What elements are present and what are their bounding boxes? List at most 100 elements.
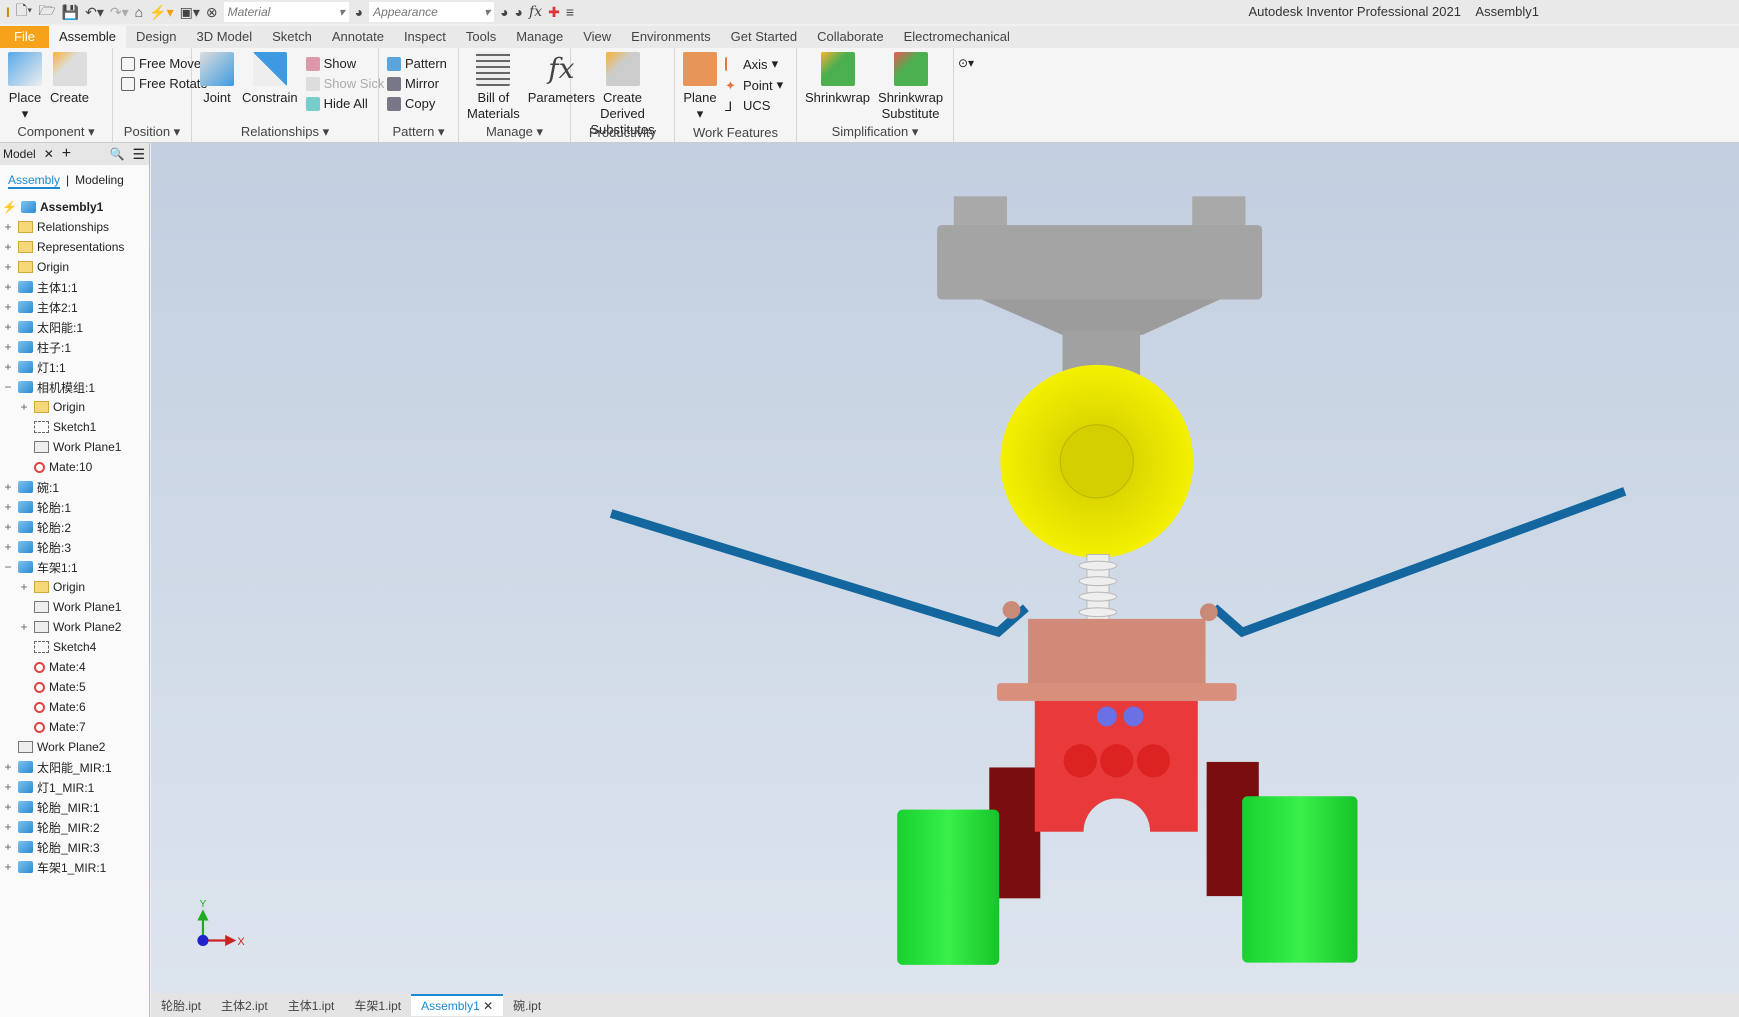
menu-icon[interactable]: ☰ bbox=[132, 146, 145, 163]
hide-all-button[interactable]: Hide All bbox=[305, 96, 385, 111]
tab-assemble[interactable]: Assemble bbox=[48, 26, 127, 48]
plus-icon[interactable]: ✚ bbox=[548, 4, 560, 21]
tree-item[interactable]: + 太阳能:1 bbox=[0, 317, 149, 337]
tree-item[interactable]: Mate:7 bbox=[0, 717, 149, 737]
expand-toggle-icon[interactable]: + bbox=[18, 400, 30, 414]
tab-3d-model[interactable]: 3D Model bbox=[187, 26, 263, 48]
expand-toggle-icon[interactable]: + bbox=[2, 500, 14, 514]
expand-toggle-icon[interactable]: + bbox=[2, 260, 14, 274]
tree-item[interactable]: + Origin bbox=[0, 397, 149, 417]
doc-tab[interactable]: 碗.ipt bbox=[503, 994, 551, 1017]
pattern-button[interactable]: Pattern bbox=[387, 56, 447, 71]
select-icon[interactable]: ▣▾ bbox=[180, 4, 200, 21]
inventor-logo-icon[interactable]: I bbox=[6, 4, 10, 20]
tab-view[interactable]: View bbox=[573, 26, 621, 48]
relationships-group-label[interactable]: Relationships ▾ bbox=[192, 124, 378, 140]
tree-item[interactable]: Mate:4 bbox=[0, 657, 149, 677]
undo-icon[interactable]: ↶▾ bbox=[85, 4, 104, 21]
tree-item[interactable]: − 相机模组:1 bbox=[0, 377, 149, 397]
tree-item[interactable]: + 柱子:1 bbox=[0, 337, 149, 357]
material-icon[interactable]: ⊗ bbox=[206, 4, 218, 21]
redo-icon[interactable]: ↷▾ bbox=[110, 4, 129, 21]
save-icon[interactable]: 💾 bbox=[62, 4, 79, 21]
point-button[interactable]: ✦ Point ▾ bbox=[725, 77, 783, 93]
close-tab-icon[interactable]: ✕ bbox=[480, 999, 493, 1013]
open-icon[interactable]: 🗁 bbox=[38, 0, 55, 24]
tree-item[interactable]: Mate:5 bbox=[0, 677, 149, 697]
expand-toggle-icon[interactable]: + bbox=[2, 800, 14, 814]
tab-assembly[interactable]: Assembly bbox=[8, 173, 61, 189]
customize-icon[interactable]: ≡ bbox=[566, 4, 574, 20]
doc-tab[interactable]: 主体2.ipt bbox=[211, 994, 278, 1017]
tab-inspect[interactable]: Inspect bbox=[394, 26, 456, 48]
tree-item[interactable]: + 碗:1 bbox=[0, 477, 149, 497]
tab-sketch[interactable]: Sketch bbox=[262, 26, 322, 48]
doc-tab[interactable]: 车架1.ipt bbox=[344, 994, 411, 1017]
tree-item[interactable]: + 轮胎_MIR:3 bbox=[0, 837, 149, 857]
pattern-group-label[interactable]: Pattern ▾ bbox=[379, 124, 458, 140]
expand-toggle-icon[interactable]: + bbox=[18, 620, 30, 634]
tree-item[interactable]: Mate:10 bbox=[0, 457, 149, 477]
tree-item[interactable]: Work Plane1 bbox=[0, 597, 149, 617]
search-icon[interactable]: 🔍 bbox=[109, 147, 124, 161]
component-group-label[interactable]: Component ▾ bbox=[0, 124, 112, 140]
expand-toggle-icon[interactable]: − bbox=[2, 560, 14, 574]
tree-item[interactable]: Sketch4 bbox=[0, 637, 149, 657]
tree-item[interactable]: + 灯1_MIR:1 bbox=[0, 777, 149, 797]
expand-toggle-icon[interactable]: + bbox=[2, 760, 14, 774]
close-browser-icon[interactable]: ✕ bbox=[44, 147, 54, 161]
expand-toggle-icon[interactable]: + bbox=[2, 840, 14, 854]
tab-manage[interactable]: Manage bbox=[506, 26, 573, 48]
adjust-appearance-icon[interactable]: ◕ bbox=[500, 4, 508, 20]
tab-annotate[interactable]: Annotate bbox=[322, 26, 394, 48]
3d-viewport[interactable] bbox=[151, 143, 1739, 993]
tree-item[interactable]: + 轮胎:1 bbox=[0, 497, 149, 517]
material-dropdown[interactable]: Material ▾ bbox=[223, 2, 349, 22]
expand-toggle-icon[interactable]: + bbox=[18, 580, 30, 594]
tree-item[interactable]: Mate:6 bbox=[0, 697, 149, 717]
appearance-dropdown[interactable]: Appearance ▾ bbox=[369, 2, 495, 22]
ucs-button[interactable]: ⅃ UCS bbox=[725, 98, 783, 114]
tree-item[interactable]: Sketch1 bbox=[0, 417, 149, 437]
tab-design[interactable]: Design bbox=[126, 26, 186, 48]
copy-button[interactable]: Copy bbox=[387, 96, 447, 111]
doc-tab[interactable]: 主体1.ipt bbox=[278, 994, 345, 1017]
add-browser-icon[interactable]: + bbox=[62, 145, 71, 163]
tab-collaborate[interactable]: Collaborate bbox=[807, 26, 894, 48]
expand-toggle-icon[interactable]: + bbox=[2, 300, 14, 314]
position-group-label[interactable]: Position ▾ bbox=[113, 124, 191, 140]
tab-tools[interactable]: Tools bbox=[456, 26, 506, 48]
update-icon[interactable]: ⚡▾ bbox=[149, 4, 173, 21]
more-options[interactable]: ⊙▾ bbox=[954, 48, 978, 142]
axis-button[interactable]: Axis ▾ bbox=[725, 56, 783, 72]
expand-toggle-icon[interactable]: + bbox=[2, 320, 14, 334]
expand-toggle-icon[interactable]: + bbox=[2, 220, 14, 234]
doc-tab[interactable]: Assembly1 ✕ bbox=[411, 994, 504, 1016]
tree-item[interactable]: + Origin bbox=[0, 257, 149, 277]
tree-item[interactable]: + Representations bbox=[0, 237, 149, 257]
clear-appearance-icon[interactable]: ◕ bbox=[515, 4, 523, 20]
tree-item[interactable]: + 轮胎_MIR:2 bbox=[0, 817, 149, 837]
expand-toggle-icon[interactable]: + bbox=[2, 820, 14, 834]
tree-item[interactable]: + 太阳能_MIR:1 bbox=[0, 757, 149, 777]
tree-item[interactable]: + 灯1:1 bbox=[0, 357, 149, 377]
expand-toggle-icon[interactable]: + bbox=[2, 860, 14, 874]
tree-item[interactable]: + 轮胎_MIR:1 bbox=[0, 797, 149, 817]
tab-file[interactable]: File bbox=[0, 26, 49, 48]
expand-toggle-icon[interactable]: + bbox=[2, 520, 14, 534]
tree-item[interactable]: + 车架1_MIR:1 bbox=[0, 857, 149, 877]
tree-item[interactable]: Work Plane2 bbox=[0, 737, 149, 757]
expand-toggle-icon[interactable]: − bbox=[2, 380, 14, 394]
tree-item[interactable]: + 主体1:1 bbox=[0, 277, 149, 297]
show-button[interactable]: Show bbox=[305, 56, 385, 71]
tab-electromechanical[interactable]: Electromechanical bbox=[894, 26, 1020, 48]
tree-item[interactable]: + 轮胎:3 bbox=[0, 537, 149, 557]
expand-toggle-icon[interactable]: + bbox=[2, 240, 14, 254]
expand-toggle-icon[interactable]: + bbox=[2, 540, 14, 554]
tree-item[interactable]: + Relationships bbox=[0, 217, 149, 237]
expand-toggle-icon[interactable]: + bbox=[2, 340, 14, 354]
tree-item[interactable]: ⚡ Assembly1 bbox=[0, 197, 149, 217]
new-icon[interactable]: 🗋▾ bbox=[16, 0, 32, 24]
expand-toggle-icon[interactable]: + bbox=[2, 280, 14, 294]
tab-get-started[interactable]: Get Started bbox=[721, 26, 807, 48]
